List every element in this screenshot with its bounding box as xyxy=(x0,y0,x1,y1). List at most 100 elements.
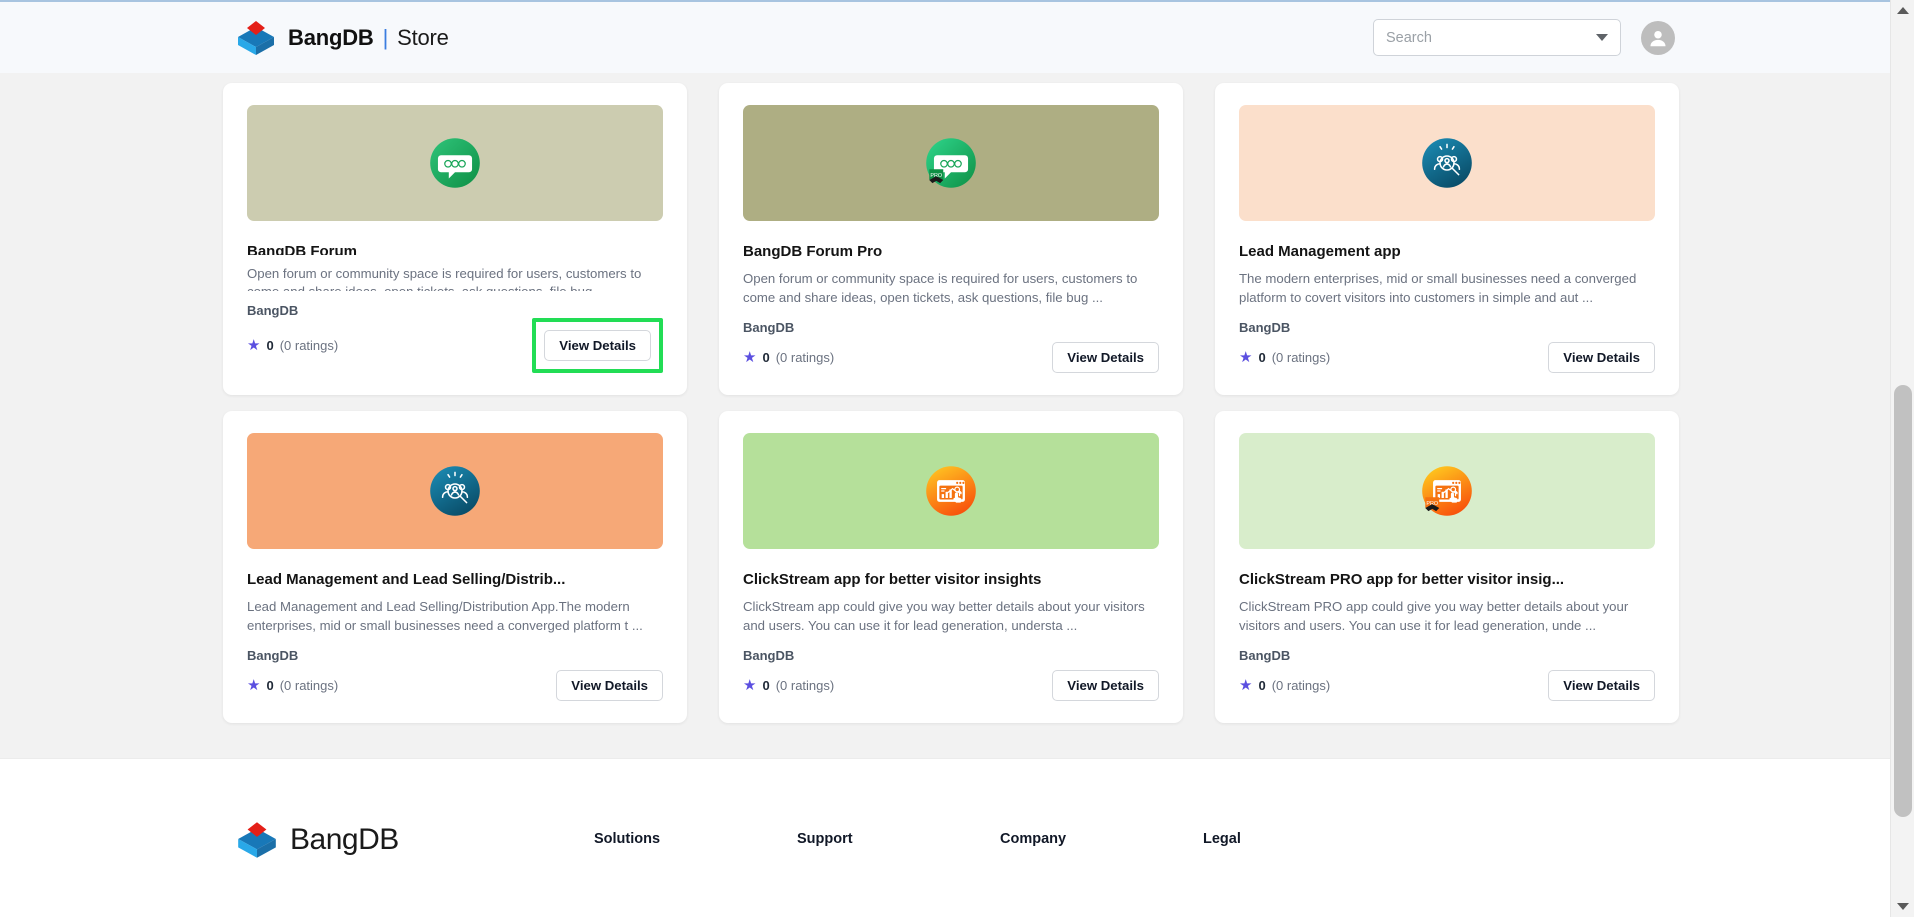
view-details-button[interactable]: View Details xyxy=(1548,670,1655,701)
card-footer: ★ 0 (0 ratings) View Details xyxy=(743,670,1159,701)
card-rating: ★ 0 (0 ratings) xyxy=(1239,350,1330,365)
app-card-grid: BangDB Forum Open forum or community spa… xyxy=(0,73,1890,723)
site-header: BangDB | Store xyxy=(0,2,1890,73)
card-description: Open forum or community space is require… xyxy=(247,265,642,291)
app-card[interactable]: BangDB Forum Open forum or community spa… xyxy=(223,83,687,395)
rating-value: 0 xyxy=(762,350,770,365)
footer-brand-logo[interactable]: BangDB xyxy=(234,821,594,859)
card-title: BangDB Forum xyxy=(247,243,357,255)
view-details-button[interactable]: View Details xyxy=(1052,342,1159,373)
pro-badge-label: PRO xyxy=(1426,501,1438,507)
card-description: ClickStream PRO app could give you way b… xyxy=(1239,599,1629,633)
star-icon: ★ xyxy=(1239,349,1253,366)
card-rating: ★ 0 (0 ratings) xyxy=(743,350,834,365)
footer-columns: Solutions Support Company Legal xyxy=(594,821,1406,847)
view-details-button[interactable]: View Details xyxy=(1052,670,1159,701)
card-footer: ★ 0 (0 ratings) View Details xyxy=(743,342,1159,373)
card-title: BangDB Forum Pro xyxy=(743,243,883,260)
star-icon: ★ xyxy=(743,677,757,694)
card-description: Lead Management and Lead Selling/Distrib… xyxy=(247,599,643,633)
card-vendor: BangDB xyxy=(1239,320,1291,335)
forum-chat-bubble-pro-icon: PRO xyxy=(926,138,976,188)
store-content: BangDB Forum Open forum or community spa… xyxy=(0,73,1890,758)
app-card[interactable]: Lead Management app The modern enterpris… xyxy=(1215,83,1679,395)
rating-value: 0 xyxy=(1258,678,1266,693)
rating-count: (0 ratings) xyxy=(775,350,835,365)
vertical-scrollbar[interactable] xyxy=(1890,0,1914,917)
rating-count: (0 ratings) xyxy=(1271,678,1331,693)
app-card[interactable]: PRO ClickStream PRO app for better visit… xyxy=(1215,411,1679,723)
card-rating: ★ 0 (0 ratings) xyxy=(247,678,338,693)
footer-column-title: Legal xyxy=(1203,831,1241,847)
brand-separator: | xyxy=(382,24,389,50)
app-card[interactable]: ClickStream app for better visitor insig… xyxy=(719,411,1183,723)
clickstream-analytics-icon xyxy=(926,466,976,516)
highlight-frame: View Details xyxy=(532,318,663,373)
card-image: PRO xyxy=(743,105,1159,221)
clickstream-analytics-pro-icon: PRO xyxy=(1422,466,1472,516)
card-footer: ★ 0 (0 ratings) View Details xyxy=(1239,670,1655,701)
card-description: The modern enterprises, mid or small bus… xyxy=(1239,271,1637,305)
rating-value: 0 xyxy=(266,338,274,353)
card-footer: ★ 0 (0 ratings) View Details xyxy=(247,670,663,701)
star-icon: ★ xyxy=(1239,677,1253,694)
view-details-button[interactable]: View Details xyxy=(1548,342,1655,373)
card-rating: ★ 0 (0 ratings) xyxy=(247,338,338,353)
card-title: ClickStream app for better visitor insig… xyxy=(743,571,1042,588)
rating-count: (0 ratings) xyxy=(279,338,339,353)
app-card[interactable]: Lead Management and Lead Selling/Distrib… xyxy=(223,411,687,723)
card-image xyxy=(247,433,663,549)
star-icon: ★ xyxy=(247,677,261,694)
app-card[interactable]: PRO BangDB Forum Pro Open forum or commu… xyxy=(719,83,1183,395)
footer-column-legal: Legal xyxy=(1203,831,1406,847)
footer-inner: BangDB Solutions Support Company Legal xyxy=(0,759,1890,859)
view-details-button[interactable]: View Details xyxy=(544,330,651,361)
footer-column-company: Company xyxy=(1000,831,1203,847)
card-vendor: BangDB xyxy=(743,648,795,663)
footer-column-title: Solutions xyxy=(594,831,661,847)
card-title: Lead Management app xyxy=(1239,243,1401,260)
card-rating: ★ 0 (0 ratings) xyxy=(1239,678,1330,693)
rating-count: (0 ratings) xyxy=(1271,350,1331,365)
card-image: PRO xyxy=(1239,433,1655,549)
site-footer: BangDB Solutions Support Company Legal xyxy=(0,758,1890,917)
header-right-group xyxy=(1373,19,1675,56)
card-vendor: BangDB xyxy=(743,320,795,335)
card-image xyxy=(1239,105,1655,221)
card-title: Lead Management and Lead Selling/Distrib… xyxy=(247,571,566,588)
star-icon: ★ xyxy=(743,349,757,366)
forum-chat-bubble-icon xyxy=(430,138,480,188)
card-description: Open forum or community space is require… xyxy=(743,271,1138,305)
lead-search-people-icon xyxy=(1422,138,1472,188)
brand-logo-group[interactable]: BangDB | Store xyxy=(234,20,449,56)
brand-title: BangDB | Store xyxy=(288,25,449,51)
card-image xyxy=(247,105,663,221)
card-vendor: BangDB xyxy=(247,648,299,663)
footer-column-title: Company xyxy=(1000,831,1067,847)
view-details-button[interactable]: View Details xyxy=(556,670,663,701)
scroll-up-arrow-icon[interactable] xyxy=(1897,7,1909,14)
card-vendor: BangDB xyxy=(1239,648,1291,663)
search-input[interactable] xyxy=(1386,29,1590,46)
scrollbar-thumb[interactable] xyxy=(1894,385,1912,817)
card-title: ClickStream PRO app for better visitor i… xyxy=(1239,571,1565,588)
app-viewport: BangDB | Store Search BangDB Forum Open … xyxy=(0,0,1914,917)
card-footer: ★ 0 (0 ratings) View Details xyxy=(1239,342,1655,373)
footer-column-title: Support xyxy=(797,831,853,847)
card-description: ClickStream app could give you way bette… xyxy=(743,599,1145,633)
rating-count: (0 ratings) xyxy=(279,678,339,693)
rating-value: 0 xyxy=(1258,350,1266,365)
brand-name: BangDB xyxy=(288,24,374,50)
user-avatar-icon[interactable] xyxy=(1641,20,1675,55)
bangdb-logo-icon xyxy=(234,20,278,56)
card-vendor: BangDB xyxy=(247,303,299,318)
rating-count: (0 ratings) xyxy=(775,678,835,693)
search-box[interactable] xyxy=(1373,19,1621,56)
card-rating: ★ 0 (0 ratings) xyxy=(743,678,834,693)
scroll-down-arrow-icon[interactable] xyxy=(1897,903,1909,910)
pro-badge-label: PRO xyxy=(930,173,942,179)
brand-section-label: Store xyxy=(397,24,449,50)
rating-value: 0 xyxy=(266,678,274,693)
footer-column-solutions: Solutions xyxy=(594,831,797,847)
chevron-down-icon[interactable] xyxy=(1596,34,1608,41)
